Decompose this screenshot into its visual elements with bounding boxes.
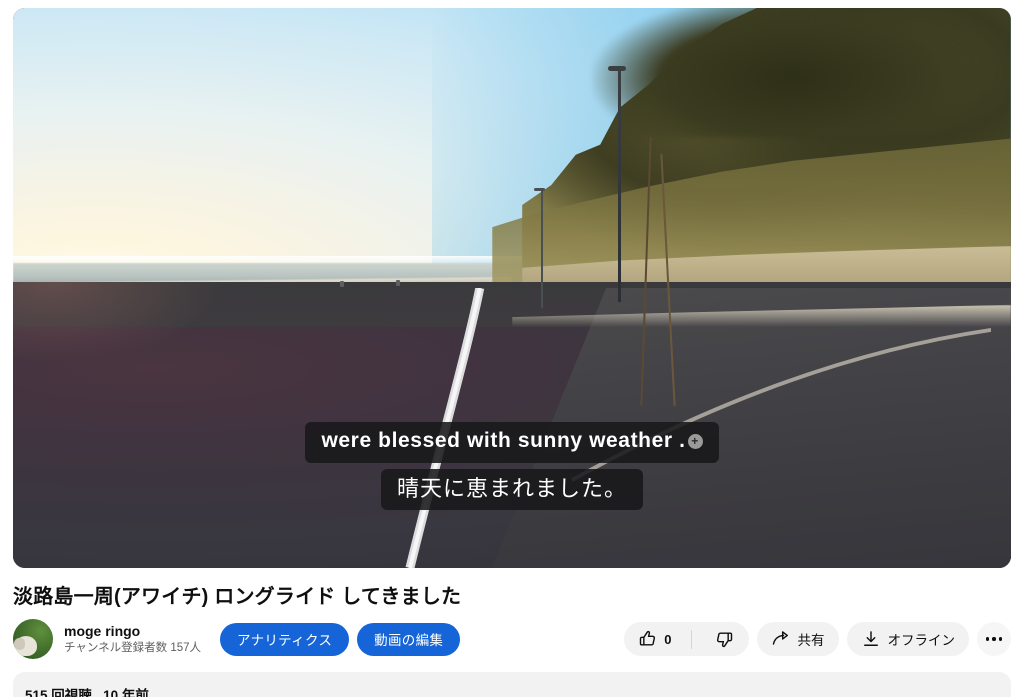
analytics-button[interactable]: アナリティクス xyxy=(220,622,350,656)
more-options-button[interactable] xyxy=(977,622,1011,656)
thumbs-up-icon xyxy=(640,630,656,646)
street-lamp-pole-far-icon xyxy=(540,190,543,308)
like-dislike-divider xyxy=(690,629,692,649)
share-button[interactable]: 共有 xyxy=(756,622,839,656)
more-dot-icon xyxy=(998,637,1003,641)
roadside-marker-icon xyxy=(340,281,345,288)
more-dot-icon xyxy=(992,637,996,641)
street-lamp-pole-icon xyxy=(617,66,621,302)
video-meta-row: moge ringo チャンネル登録者数 157人 アナリティクス 動画の編集 … xyxy=(13,615,1011,663)
publish-date: 10 年前 xyxy=(103,688,149,697)
page-title: 淡路島一周(アワイチ) ロングライド してきました xyxy=(13,586,462,608)
youtube-watch-page: were blessed with sunny weather . + 晴天に恵… xyxy=(0,0,1024,697)
street-lamp-head-far-icon xyxy=(533,188,545,192)
hillside-dark-canopy xyxy=(591,8,992,137)
roadside-marker-secondary-icon xyxy=(396,280,401,287)
channel-owner-text: moge ringo チャンネル登録者数 157人 xyxy=(64,623,201,656)
video-stats: 515 回視聴 10 年前 xyxy=(25,684,999,697)
offline-button[interactable]: オフライン xyxy=(846,622,969,656)
like-button[interactable]: 0 xyxy=(624,622,683,656)
description-box[interactable]: 515 回視聴 10 年前 xyxy=(13,672,1011,697)
channel-name[interactable]: moge ringo xyxy=(64,623,201,641)
like-dislike-group: 0 xyxy=(624,622,749,656)
like-count: 0 xyxy=(664,631,672,647)
road-sun-glow xyxy=(13,282,413,395)
video-player[interactable]: were blessed with sunny weather . + 晴天に恵… xyxy=(13,8,1011,568)
edit-video-button[interactable]: 動画の編集 xyxy=(357,622,461,656)
offline-label: オフライン xyxy=(887,633,956,648)
street-lamp-head-icon xyxy=(607,65,626,71)
more-dot-icon xyxy=(985,637,990,641)
view-count: 515 回視聴 xyxy=(25,688,92,697)
avatar[interactable] xyxy=(13,619,53,659)
road-edge-marking xyxy=(532,322,992,490)
share-icon xyxy=(772,631,788,645)
share-label: 共有 xyxy=(797,633,825,648)
channel-owner[interactable]: moge ringo チャンネル登録者数 157人 xyxy=(13,619,201,659)
primary-action-buttons: アナリティクス 動画の編集 xyxy=(220,622,461,656)
secondary-action-buttons: 0 共有 オフライン xyxy=(624,622,1011,656)
subscriber-count: チャンネル登録者数 157人 xyxy=(64,642,202,655)
thumbs-down-icon xyxy=(716,632,732,648)
download-icon xyxy=(863,631,878,646)
dislike-button[interactable] xyxy=(699,622,749,656)
